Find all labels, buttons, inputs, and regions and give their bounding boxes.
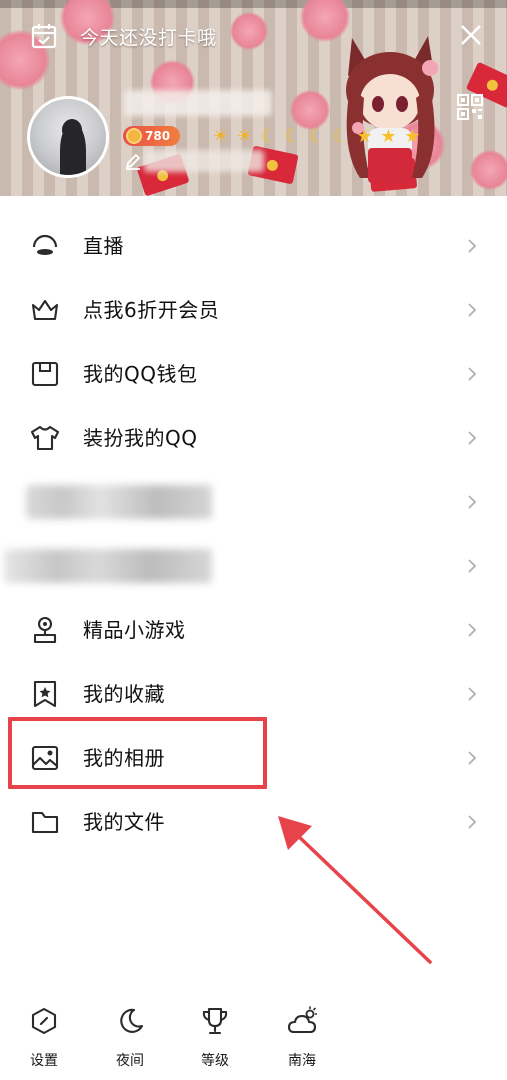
edit-signature-icon[interactable] [124,152,142,170]
arrow-annotation [278,816,432,964]
weather-button[interactable]: 南海 [272,1006,332,1072]
qq-level-icons[interactable]: ☀ ☀ ☾ ☾ ☾ ☾ ★ ★ ★ [210,124,423,148]
avatar-figure [60,123,86,175]
character-illustration [346,36,438,183]
menu-item-label: 精品小游戏 [83,618,186,642]
game-icon [33,616,57,644]
chevron-right-icon [468,431,477,445]
coin-icon [126,128,142,144]
menu-item-label: 直播 [83,234,124,258]
chevron-right-icon [468,367,477,381]
settings-icon [31,1007,57,1035]
crown-icon [31,299,59,321]
trophy-icon [202,1007,228,1035]
user-avatar[interactable] [27,96,109,178]
bookmark-icon [33,680,57,708]
menu-item-label: 我的文件 [83,810,165,834]
moon-icon: ☾ [260,125,277,147]
highlight-annotation [8,717,267,789]
checkin-text: 今天还没打卡哦 [80,26,217,49]
signature-blurred [144,150,264,172]
star-icon: ★ [356,125,373,147]
menu-item-theme[interactable]: 装扮我的QQ [0,406,507,470]
menu-item-label: 点我6折开会员 [83,298,220,322]
chevron-right-icon [468,559,477,573]
star-icon: ★ [380,125,397,147]
nickname-blurred [124,90,272,116]
wallet-icon [31,361,59,387]
coin-value: 780 [145,129,171,143]
chevron-right-icon [468,495,477,509]
cloud-sun-icon [287,1006,317,1034]
chevron-right-icon [468,623,477,637]
moon-icon: ☾ [332,125,349,147]
tshirt-icon [30,425,60,451]
settings-button[interactable]: 设置 [14,1006,74,1072]
chevron-right-icon [468,687,477,701]
bottom-toolbar: 设置 夜间 等级 南海 [0,1000,507,1080]
coin-badge[interactable]: 780 [123,126,181,146]
checkin-reminder[interactable]: 今天还没打卡哦 [30,20,217,52]
chevron-right-icon [468,239,477,253]
close-icon[interactable] [456,20,486,50]
chevron-right-icon [468,303,477,317]
calendar-icon [31,24,57,49]
night-mode-button[interactable]: 夜间 [100,1006,160,1072]
blurred-content [26,485,212,519]
blurred-content [4,549,212,583]
sun-icon: ☀ [236,125,253,147]
qr-code-icon[interactable] [457,94,483,120]
moon-icon: ☾ [284,125,301,147]
moon-icon [120,1008,144,1033]
profile-banner: 今天还没打卡哦 780 ☀ ☀ ☾ ☾ ☾ ☾ ★ ★ ★ [0,0,507,196]
menu-item-blurred[interactable] [0,534,507,598]
blossom-decoration [470,150,507,190]
menu-item-blurred[interactable] [0,470,507,534]
live-icon [32,234,58,255]
folder-icon [31,811,59,834]
chevron-right-icon [468,751,477,765]
night-mode-label: 夜间 [116,1053,144,1069]
menu-item-label: 我的收藏 [83,682,165,706]
menu-item-games[interactable]: 精品小游戏 [0,598,507,662]
settings-label: 设置 [30,1053,58,1069]
menu-item-label: 我的QQ钱包 [83,362,198,386]
star-icon: ★ [404,125,421,147]
blossom-decoration [230,12,268,50]
moon-icon: ☾ [308,125,325,147]
level-button[interactable]: 等级 [185,1006,245,1072]
menu-item-live[interactable]: 直播 [0,214,507,278]
chevron-right-icon [468,815,477,829]
level-label: 等级 [201,1053,229,1069]
menu-item-vip[interactable]: 点我6折开会员 [0,278,507,342]
weather-location-label: 南海 [288,1053,316,1069]
menu-item-label: 装扮我的QQ [83,426,198,450]
menu-item-wallet[interactable]: 我的QQ钱包 [0,342,507,406]
sun-icon: ☀ [212,125,229,147]
